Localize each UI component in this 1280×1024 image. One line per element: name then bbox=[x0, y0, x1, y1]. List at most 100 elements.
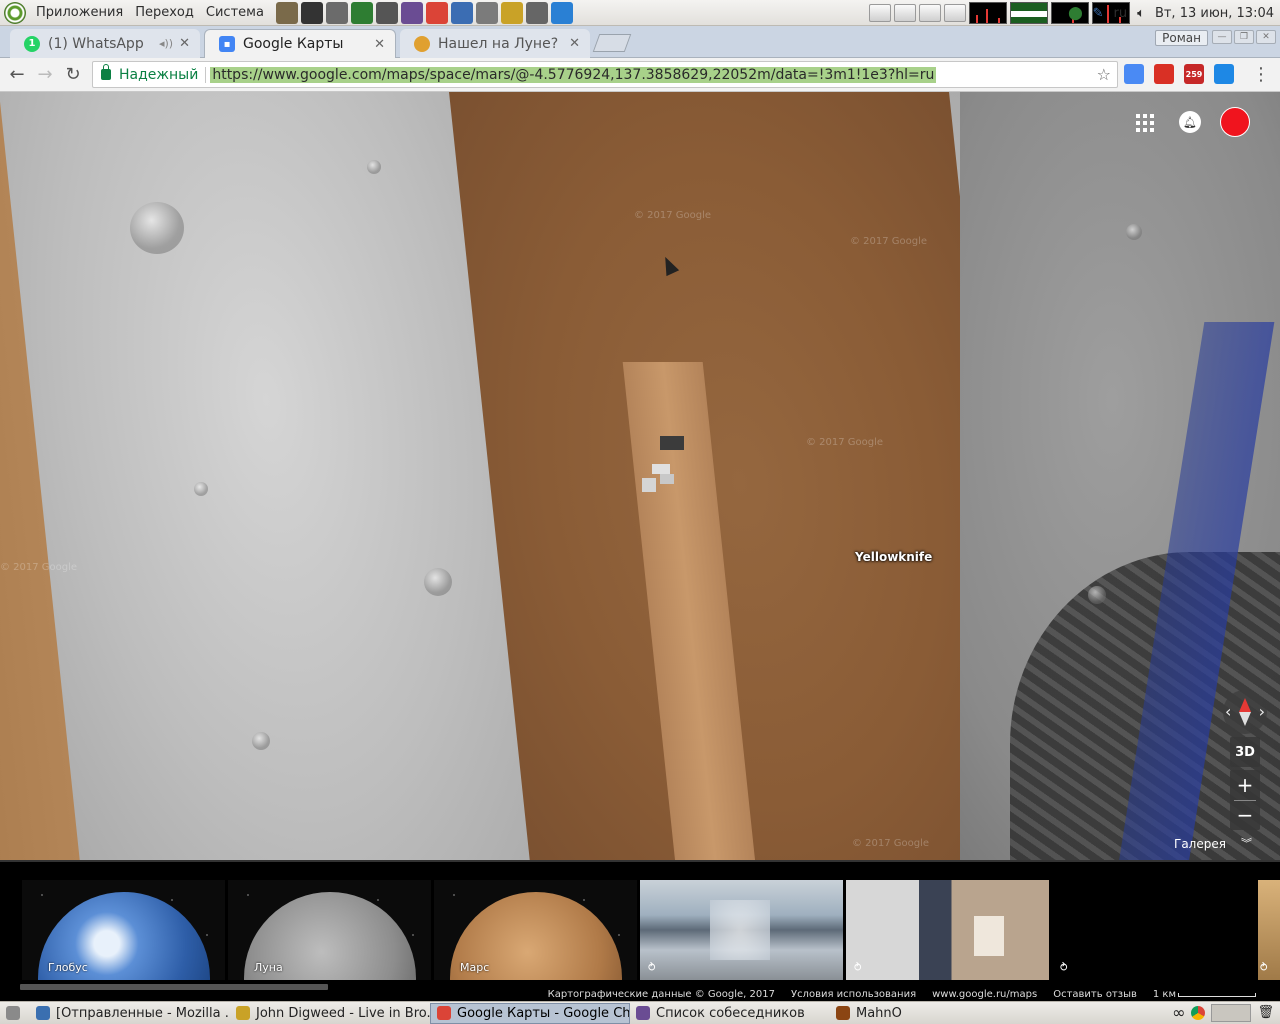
menu-places[interactable]: Переход bbox=[129, 5, 200, 20]
taskbar-item[interactable]: John Digweed - Live in Bro... bbox=[230, 1003, 430, 1024]
extension-badge: 259 bbox=[1185, 69, 1203, 79]
bookmark-star-icon[interactable]: ☆ bbox=[1097, 65, 1111, 84]
crater bbox=[424, 568, 452, 596]
maximize-button[interactable]: ❐ bbox=[1234, 30, 1254, 44]
trash-icon[interactable]: 🗑︎ bbox=[1257, 1005, 1274, 1020]
distro-logo-icon[interactable] bbox=[4, 1, 26, 24]
panorama-icon: ⥁ bbox=[648, 961, 656, 974]
workspace-switcher[interactable] bbox=[1211, 1003, 1252, 1022]
archive-icon[interactable] bbox=[325, 1, 348, 24]
chrome-icon[interactable] bbox=[425, 1, 448, 24]
chart-app-icon[interactable] bbox=[550, 1, 573, 24]
workspace-2[interactable] bbox=[894, 4, 916, 22]
notifications-bell-icon[interactable]: 🔔︎ bbox=[1179, 111, 1201, 133]
close-icon[interactable]: ✕ bbox=[569, 36, 580, 51]
feedback-link[interactable]: Оставить отзыв bbox=[1053, 989, 1137, 1000]
tab-moon-article[interactable]: Нашел на Луне? Кт ✕ bbox=[400, 29, 590, 58]
system-monitor-icon[interactable] bbox=[350, 1, 373, 24]
inkscape-icon[interactable] bbox=[300, 1, 323, 24]
menu-applications[interactable]: Приложения bbox=[30, 5, 129, 20]
keyboard-layout[interactable]: ru bbox=[1114, 6, 1128, 21]
address-bar[interactable]: Надежный https://www.google.com/maps/spa… bbox=[92, 61, 1118, 88]
taskbar-item[interactable]: Список собеседников bbox=[630, 1003, 830, 1024]
toggle-3d-button[interactable]: 3D bbox=[1230, 737, 1260, 767]
drive-icon[interactable] bbox=[1214, 64, 1234, 84]
gallery-item-panorama-empty[interactable]: ⥁ bbox=[1052, 880, 1255, 980]
security-label[interactable]: Надежный bbox=[119, 67, 198, 83]
audio-icon[interactable]: ◂)) bbox=[159, 37, 173, 50]
gallery-item-panorama-lab[interactable]: ⥁ bbox=[846, 880, 1049, 980]
cpu-monitor[interactable] bbox=[969, 2, 1007, 24]
scanner-icon[interactable] bbox=[525, 1, 548, 24]
extension-blue-icon[interactable] bbox=[1124, 64, 1144, 84]
gimp-icon[interactable] bbox=[275, 1, 298, 24]
chrome-icon bbox=[437, 1006, 451, 1020]
panorama-image bbox=[846, 880, 1049, 980]
reload-button[interactable]: ↻ bbox=[62, 64, 84, 86]
calculator-icon[interactable] bbox=[375, 1, 398, 24]
lock-icon[interactable] bbox=[101, 64, 111, 80]
workspace-4[interactable] bbox=[944, 4, 966, 22]
crater bbox=[252, 732, 270, 750]
workspace-1[interactable] bbox=[869, 4, 891, 22]
taskbar-item[interactable]: [Отправленные - Mozilla ... bbox=[30, 1003, 230, 1024]
workspace-3[interactable] bbox=[919, 4, 941, 22]
imagery-gallery: Глобус Луна Марс ⥁ ⥁ ⥁ ⥁ Картографически… bbox=[0, 860, 1280, 1003]
google-apps-icon[interactable] bbox=[1134, 112, 1156, 134]
avatar[interactable] bbox=[1220, 107, 1250, 137]
gallery-item-panorama-partial[interactable]: ⥁ bbox=[1258, 880, 1280, 980]
profile-button[interactable]: Роман bbox=[1155, 30, 1208, 46]
close-icon[interactable]: ✕ bbox=[374, 37, 385, 52]
tab-whatsapp[interactable]: 1 (1) WhatsApp ◂)) ✕ bbox=[10, 29, 200, 58]
minimize-button[interactable]: — bbox=[1212, 30, 1232, 44]
gallery-toggle-button[interactable]: Галерея ︾ bbox=[1162, 832, 1262, 856]
new-tab-button[interactable] bbox=[592, 34, 632, 52]
zoom-out-button[interactable]: − bbox=[1230, 801, 1260, 831]
chrome-icon[interactable] bbox=[1191, 1005, 1206, 1020]
glasses-icon[interactable]: ∞ bbox=[1172, 1003, 1185, 1022]
zoom-in-button[interactable]: + bbox=[1230, 770, 1260, 800]
taskbar-item[interactable]: Google Карты - Google Ch... bbox=[430, 1002, 630, 1024]
site-link[interactable]: www.google.ru/maps bbox=[932, 989, 1037, 1000]
tab-google-maps[interactable]: ▪ Google Карты ✕ bbox=[204, 29, 396, 58]
browser-tab-strip: 1 (1) WhatsApp ◂)) ✕ ▪ Google Карты ✕ На… bbox=[0, 26, 1280, 58]
menu-system[interactable]: Система bbox=[200, 5, 270, 20]
notes-icon[interactable] bbox=[500, 1, 523, 24]
scale-bar[interactable] bbox=[1178, 993, 1256, 997]
close-icon[interactable]: ✕ bbox=[179, 36, 190, 51]
volume-icon[interactable]: 🔈︎ bbox=[1137, 6, 1145, 21]
whatsapp-icon: 1 bbox=[24, 35, 40, 52]
forward-button[interactable]: → bbox=[34, 64, 56, 86]
back-button[interactable]: ← bbox=[6, 64, 28, 86]
gallery-item-mars[interactable]: Марс bbox=[434, 880, 637, 980]
close-window-button[interactable]: ✕ bbox=[1256, 30, 1276, 44]
scale-label[interactable]: 1 км bbox=[1153, 989, 1176, 1000]
compass-icon[interactable]: ‹ › bbox=[1223, 690, 1267, 734]
gallery-item-label: Глобус bbox=[48, 961, 88, 974]
url-text[interactable]: https://www.google.com/maps/space/mars/@… bbox=[210, 66, 937, 83]
browser-menu-icon[interactable]: ⋮ bbox=[1252, 64, 1270, 85]
place-label[interactable]: Yellowknife bbox=[855, 550, 932, 564]
show-desktop-icon[interactable] bbox=[0, 1003, 30, 1024]
tray-app-icon[interactable] bbox=[475, 1, 498, 24]
gmail-icon[interactable] bbox=[1154, 64, 1174, 84]
map-canvas[interactable]: © 2017 Google © 2017 Google © 2017 Googl… bbox=[0, 92, 1280, 860]
rover-site bbox=[636, 428, 692, 502]
pidgin-icon[interactable] bbox=[400, 1, 423, 24]
clock[interactable]: Вт, 13 июн, 13:04 bbox=[1155, 6, 1274, 21]
gallery-item-globe[interactable]: Глобус bbox=[22, 880, 225, 980]
map-watermark: © 2017 Google bbox=[852, 838, 930, 849]
gallery-item-moon[interactable]: Луна bbox=[228, 880, 431, 980]
calendar-badge-icon[interactable]: 259 bbox=[1184, 64, 1204, 84]
tool-icon[interactable]: ✎ bbox=[1093, 6, 1104, 21]
vpn-icon[interactable] bbox=[450, 1, 473, 24]
gallery-scrollbar[interactable] bbox=[20, 984, 328, 990]
taskbar-item[interactable]: MahnO bbox=[830, 1003, 910, 1024]
network-manager-icon[interactable]: ⬤ bbox=[1068, 6, 1083, 21]
memory-monitor[interactable] bbox=[1010, 2, 1048, 24]
gallery-item-panorama-corridor[interactable]: ⥁ bbox=[640, 880, 843, 980]
taskbar-item-label: John Digweed - Live in Bro... bbox=[256, 1005, 430, 1021]
taskbar-item-label: [Отправленные - Mozilla ... bbox=[56, 1005, 230, 1021]
panorama-icon: ⥁ bbox=[854, 961, 862, 974]
terms-link[interactable]: Условия использования bbox=[791, 989, 916, 1000]
